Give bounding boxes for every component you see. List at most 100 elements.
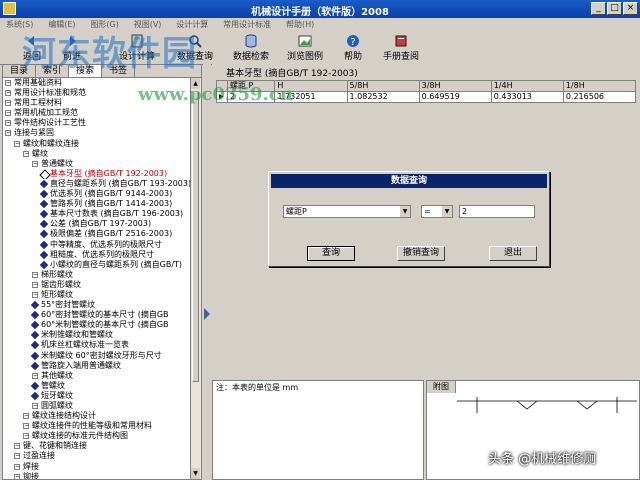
tree-item[interactable]: − 螺纹连接的标准元件结构图 xyxy=(3,431,191,441)
tab-index[interactable]: 索引 xyxy=(36,65,70,77)
expand-toggle-icon[interactable]: − xyxy=(5,130,11,137)
expand-toggle-icon[interactable]: − xyxy=(5,110,11,117)
scroll-thumb[interactable] xyxy=(192,92,199,382)
expand-toggle-icon[interactable]: − xyxy=(14,463,20,470)
close-button[interactable]: × xyxy=(623,2,638,15)
tree-item[interactable]: − 常用设计标准和规范 xyxy=(3,88,191,98)
expand-toggle-icon[interactable]: − xyxy=(23,150,29,157)
tree-item[interactable]: − 常用基础资料 xyxy=(3,78,191,88)
tree-item[interactable]: − 梯形螺纹 xyxy=(3,270,191,280)
tab-bookmarks[interactable]: 书签 xyxy=(102,65,136,77)
column-header[interactable]: 螺距 P xyxy=(226,80,276,92)
tree-item[interactable]: 米制螺纹 60°密封螺纹牙形与尺寸 xyxy=(3,351,191,361)
tree-item[interactable]: − 键、花键和销连接 xyxy=(3,441,191,451)
field-select[interactable]: 螺距P ▼ xyxy=(283,205,411,218)
design-calc-button[interactable]: 设计计算 xyxy=(112,34,162,62)
expand-toggle-icon[interactable]: − xyxy=(14,140,20,147)
forward-button[interactable]: 前进 xyxy=(54,34,90,62)
expand-toggle-icon[interactable]: − xyxy=(23,413,29,420)
tree-scrollbar[interactable]: ▲ ▼ xyxy=(190,78,201,479)
expand-toggle-icon[interactable]: − xyxy=(32,160,38,167)
query-button[interactable]: 查询 xyxy=(307,246,355,261)
tree-item[interactable]: − 圆弧螺纹 xyxy=(3,401,191,411)
expand-toggle-icon[interactable]: − xyxy=(5,100,11,107)
menu-view[interactable]: 视图(V) xyxy=(128,18,168,32)
table-cell[interactable]: 0.216506 xyxy=(562,91,637,103)
tree-item[interactable]: 小螺纹的直径与螺距系列 (摘自GB/T) xyxy=(3,260,191,270)
table-cell[interactable]: 0.433013 xyxy=(490,91,564,103)
expand-toggle-icon[interactable]: − xyxy=(14,453,20,460)
tree-item[interactable]: − 零件结构设计工艺性 xyxy=(3,118,191,128)
table-cell[interactable]: 0.649519 xyxy=(418,91,492,103)
tree-item[interactable]: 管螺纹 xyxy=(3,381,191,391)
tree-item[interactable]: 公差 (摘自GB/T 197-2003) xyxy=(3,219,191,229)
table-row[interactable]: ▶ 2 1.732051 1.082532 0.649519 0.433013 0.2165… xyxy=(216,91,637,103)
tree-item[interactable]: 中等精度、优选系列的极限尺寸 xyxy=(3,240,191,250)
column-header[interactable]: 1/8H xyxy=(562,80,637,92)
tab-figure[interactable]: 附图 xyxy=(427,381,456,393)
value-input[interactable]: 2 xyxy=(459,205,535,218)
tree-item[interactable]: 直径与螺距系列 (摘自GB/T 193-2003) xyxy=(3,179,191,189)
exit-button[interactable]: 退出 xyxy=(489,246,537,261)
table-cell[interactable]: 2 xyxy=(226,91,276,103)
menu-help[interactable]: 帮助(H) xyxy=(280,18,320,32)
expand-toggle-icon[interactable]: − xyxy=(32,271,38,278)
tree-item[interactable]: 管路系列 (摘自GB/T 1414-2003) xyxy=(3,199,191,209)
tree-item[interactable]: 55°密封管螺纹 xyxy=(3,300,191,310)
menu-edit[interactable]: 编辑(E) xyxy=(42,18,81,32)
expand-toggle-icon[interactable]: − xyxy=(23,433,29,440)
tree-item[interactable]: − 螺纹连接结构设计 xyxy=(3,411,191,421)
menu-standards[interactable]: 常用设计标准 xyxy=(217,18,277,32)
expand-toggle-icon[interactable]: − xyxy=(23,423,29,430)
column-header[interactable]: 5/8H xyxy=(346,80,420,92)
tree-item[interactable]: − 常用工程材料 xyxy=(3,98,191,108)
tree-item[interactable]: 优选系列 (摘自GB/T 9144-2003) xyxy=(3,189,191,199)
cancel-query-button[interactable]: 撤销查询 xyxy=(397,246,445,261)
scroll-up-icon[interactable]: ▲ xyxy=(191,78,200,89)
tree-item[interactable]: 米制锥螺纹和管螺纹 xyxy=(3,330,191,340)
tree-item[interactable]: − 矩形螺纹 xyxy=(3,290,191,300)
back-button[interactable]: 返回 xyxy=(14,34,50,62)
help-button[interactable]: ? 帮助 xyxy=(338,34,368,62)
expand-toggle-icon[interactable]: − xyxy=(5,90,11,97)
tree-item[interactable]: 极限偏差 (摘自GB/T 2516-2003) xyxy=(3,229,191,239)
expand-toggle-icon[interactable]: − xyxy=(5,80,11,86)
tree-item[interactable]: − 螺纹和螺纹连接 xyxy=(3,139,191,149)
browse-legend-button[interactable]: 浏览图例 xyxy=(280,34,330,62)
expand-toggle-icon[interactable]: − xyxy=(5,120,11,127)
column-header[interactable]: 3/8H xyxy=(418,80,492,92)
menu-system[interactable]: 系统(S) xyxy=(0,18,39,32)
expand-toggle-icon[interactable]: − xyxy=(14,473,20,479)
tree-item[interactable]: − 焊接 xyxy=(3,462,191,472)
tree-item[interactable]: − 普通螺纹 xyxy=(3,159,191,169)
tree-item[interactable]: − 连接与紧固 xyxy=(3,128,191,138)
expand-toggle-icon[interactable]: − xyxy=(14,443,20,450)
maximize-button[interactable]: □ xyxy=(607,2,622,15)
expand-toggle-icon[interactable]: − xyxy=(32,281,38,288)
table-cell[interactable]: 1.082532 xyxy=(346,91,420,103)
expand-toggle-icon[interactable]: − xyxy=(32,403,38,409)
expand-toggle-icon[interactable]: − xyxy=(32,372,38,379)
minimize-button[interactable]: _ xyxy=(591,2,606,15)
operator-select[interactable]: = ▼ xyxy=(421,205,453,218)
tree-item[interactable]: 粗糙度、优选系列的极限尺寸 xyxy=(3,250,191,260)
scroll-down-icon[interactable]: ▼ xyxy=(191,468,200,479)
data-search-button[interactable]: 数据检索 xyxy=(226,34,276,62)
tree-item[interactable]: 短牙螺纹 xyxy=(3,391,191,401)
chevron-down-icon[interactable]: ▼ xyxy=(442,206,452,217)
pane-splitter[interactable] xyxy=(203,64,211,480)
table-cell[interactable]: 1.732051 xyxy=(274,91,348,103)
tree-item[interactable]: 管路旋入端用普通螺纹 xyxy=(3,361,191,371)
column-header[interactable]: 1/4H xyxy=(490,80,564,92)
tree-item[interactable]: 基本尺寸数表 (摘自GB/T 196-2003) xyxy=(3,209,191,219)
manual-lookup-button[interactable]: 手册查阅 xyxy=(376,34,426,62)
tree-item[interactable]: 60°密封管螺纹的基本尺寸 (摘自GB xyxy=(3,310,191,320)
tree-item[interactable]: − 常用机械加工规范 xyxy=(3,108,191,118)
tree-item[interactable]: − 其他螺纹 xyxy=(3,371,191,381)
menu-graphics[interactable]: 图形(G) xyxy=(84,18,124,32)
menu-design-calc[interactable]: 设计计算 xyxy=(170,18,214,32)
tab-contents[interactable]: 目录 xyxy=(3,65,37,77)
tree-item[interactable]: − 螺纹连接件的性能等级和常用材料 xyxy=(3,421,191,431)
tab-search[interactable]: 搜索 xyxy=(69,65,103,77)
expand-toggle-icon[interactable]: − xyxy=(32,291,38,298)
